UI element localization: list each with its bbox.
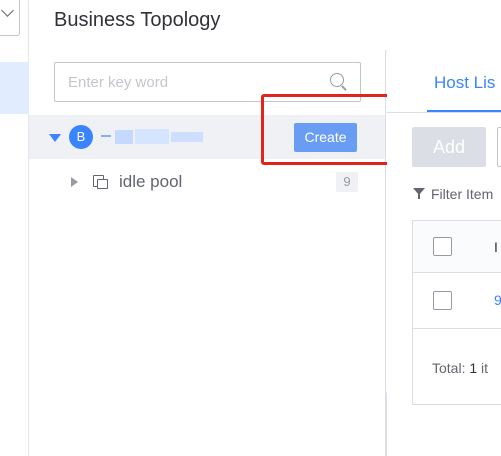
host-ip-link[interactable]: 9: [494, 292, 501, 308]
idle-pool-count-badge: 9: [336, 172, 358, 192]
nav-active-item[interactable]: [0, 62, 29, 114]
secondary-action-button[interactable]: [497, 127, 501, 167]
tab-divider: [387, 112, 501, 113]
idle-pool-label: idle pool: [119, 172, 183, 191]
tree-node-idle-pool[interactable]: idle pool 9: [29, 162, 385, 202]
business-name-redacted: [101, 127, 205, 147]
search-icon[interactable]: [330, 73, 348, 91]
page-title: Business Topology: [54, 9, 221, 31]
table-header: I: [413, 221, 501, 273]
module-icon: [93, 175, 108, 189]
filter-item-label: Filter Item: [431, 186, 494, 202]
caret-right-icon[interactable]: [71, 177, 78, 187]
tab-host-list[interactable]: Host Lis: [434, 72, 495, 94]
chevron-left-icon: [1, 4, 14, 17]
highlight-annotation-box: [261, 94, 391, 165]
row-checkbox[interactable]: [433, 291, 452, 310]
page-header: Business Topology: [29, 0, 501, 50]
table-footer: Total: 1 it: [413, 329, 501, 404]
business-avatar: B: [69, 125, 93, 149]
table-row[interactable]: 9: [413, 273, 501, 329]
topology-tree-panel: B Create idle pool 9: [29, 50, 391, 456]
host-panel: Host Lis Add Filter Item I 9 Total: 1 it: [387, 50, 501, 456]
caret-down-icon[interactable]: [49, 134, 61, 142]
total-count-text: Total: 1 it: [432, 360, 489, 376]
column-header-ip[interactable]: I: [494, 239, 498, 255]
nav-collapse-toggle[interactable]: [0, 0, 20, 36]
select-all-checkbox[interactable]: [433, 237, 452, 256]
left-nav-rail: [0, 0, 29, 456]
host-table: I 9 Total: 1 it: [412, 220, 501, 405]
add-host-button[interactable]: Add: [412, 127, 486, 167]
